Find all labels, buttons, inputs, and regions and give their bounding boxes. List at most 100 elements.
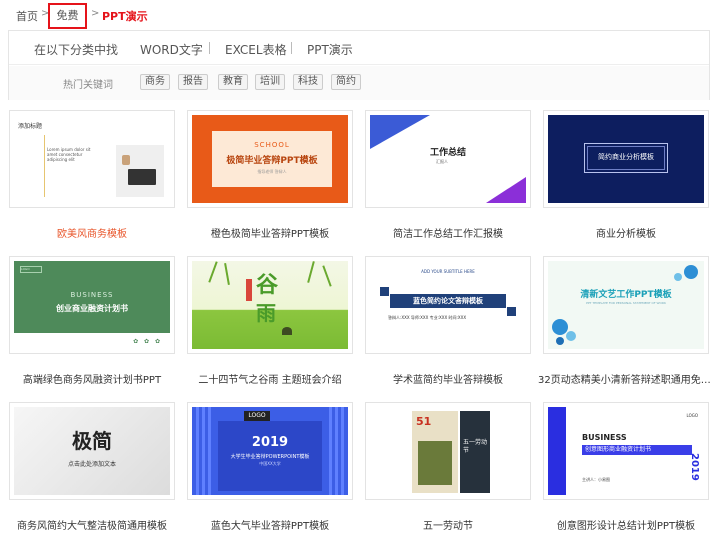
thumb-title: 清新文艺工作PPT模板 xyxy=(580,290,672,300)
template-caption-10[interactable]: 蓝色大气毕业答辩PPT模板 xyxy=(182,517,358,532)
template-caption-3[interactable]: 简洁工作总结工作汇报模 xyxy=(360,225,536,240)
template-caption-5[interactable]: 高端绿色商务风融资计划书PPT xyxy=(4,371,180,386)
template-card-9[interactable]: 极简 点击此处添加文本 xyxy=(9,402,175,500)
template-caption-1[interactable]: 欧美风商务模板 xyxy=(4,225,180,240)
red-seal xyxy=(246,279,252,301)
divider xyxy=(209,42,210,54)
flower-shape xyxy=(684,265,698,279)
thumb-sub: 中国XX大学 xyxy=(259,461,281,466)
breadcrumb: 首页 > 免费 > PPT演示 xyxy=(0,0,720,30)
template-thumbnail: 极简 点击此处添加文本 xyxy=(14,407,170,495)
thumb-panel: SCHOOL 极简毕业答辩PPT模板 指导老师 答辩人 xyxy=(212,131,332,187)
template-caption-9[interactable]: 商务风简约大气整洁极简通用模板 xyxy=(4,517,180,532)
thumb-title: 创意图形商业融资计划书 xyxy=(582,445,692,455)
template-card-5[interactable]: LOGO BUSINESS 创业商业融资计划书 ✿ ✿ ✿ xyxy=(9,256,175,354)
flower-shape xyxy=(674,273,682,281)
type-word[interactable]: WORD文字 xyxy=(140,41,203,58)
divider xyxy=(291,42,292,54)
thumb-en: BUSINESS xyxy=(582,433,627,442)
thumb-tag: SCHOOL xyxy=(254,141,290,149)
template-card-2[interactable]: SCHOOL 极简毕业答辩PPT模板 指导老师 答辩人 xyxy=(187,110,353,208)
breadcrumb-home-link[interactable]: 首页 xyxy=(16,8,38,24)
thumb-info: 主讲人：小易图 xyxy=(582,477,610,482)
decor-dots: ✿ ✿ ✿ xyxy=(133,338,162,345)
type-ppt[interactable]: PPT演示 xyxy=(307,41,353,58)
template-card-8[interactable]: 清新文艺工作PPT模板 PPT TEMPLATE FOR PERSONAL ST… xyxy=(543,256,709,354)
thumb-title: 创业商业融资计划书 xyxy=(56,304,128,313)
breadcrumb-free-link[interactable]: 免费 xyxy=(48,3,87,29)
template-caption-6[interactable]: 二十四节气之谷雨 主题班会介绍 xyxy=(182,371,358,386)
keyword-tag-training[interactable]: 培训 xyxy=(255,74,285,90)
template-thumbnail: 简约商业分析模板 xyxy=(548,115,704,203)
flower-shape xyxy=(566,331,576,341)
thumb-title: 五一劳动节 xyxy=(463,439,488,454)
thumb-en: ADD YOUR SUBTITLE HERE xyxy=(421,269,475,274)
thumb-char-1: 谷 xyxy=(256,272,279,298)
willow-leaf xyxy=(322,265,332,287)
template-caption-11[interactable]: 五一劳动节 xyxy=(360,517,536,532)
template-thumbnail: LOGO 2019 大学生毕业答辩POWERPOINT模板 中国XX大学 xyxy=(192,407,348,495)
template-card-6[interactable]: 谷 雨 xyxy=(187,256,353,354)
thumb-year: 2019 xyxy=(689,453,700,481)
thumb-body-text: Lorem ipsum dolor sit amet consectetur a… xyxy=(47,147,91,162)
flower-shape xyxy=(556,337,564,345)
template-card-3[interactable]: 工作总结 汇报人 xyxy=(365,110,531,208)
thumb-heading: 添加标题 xyxy=(18,123,43,130)
decor-stripe xyxy=(329,407,332,495)
decor-stripe xyxy=(196,407,199,495)
template-thumbnail: 清新文艺工作PPT模板 PPT TEMPLATE FOR PERSONAL ST… xyxy=(548,261,704,349)
thumb-logo: LOGO xyxy=(20,266,42,273)
category-label: 在以下分类中找 xyxy=(34,43,119,57)
poster-left: 51 xyxy=(412,411,458,493)
thumb-sub: 点击此处添加文本 xyxy=(67,461,116,468)
decor-square xyxy=(507,307,516,316)
template-thumbnail: 工作总结 汇报人 xyxy=(370,115,526,203)
blue-triangle xyxy=(370,115,430,149)
template-card-11[interactable]: 51 五一劳动节 xyxy=(365,402,531,500)
willow-leaf xyxy=(208,261,218,283)
keyword-tag-report[interactable]: 报告 xyxy=(178,74,208,90)
decor-stripe xyxy=(208,407,211,495)
poster-right: 五一劳动节 xyxy=(460,411,490,493)
template-thumbnail: 51 五一劳动节 xyxy=(370,407,526,495)
thumb-title: 极简 xyxy=(72,429,112,453)
thumb-number: 51 xyxy=(416,415,432,428)
template-card-4[interactable]: 简约商业分析模板 xyxy=(543,110,709,208)
template-caption-7[interactable]: 学术蓝简约毕业答辩模板 xyxy=(360,371,536,386)
type-excel[interactable]: EXCEL表格 xyxy=(225,41,287,58)
template-caption-12[interactable]: 创意图形设计总结计划PPT模板 xyxy=(538,517,714,532)
keyword-tag-tech[interactable]: 科技 xyxy=(293,74,323,90)
keyword-tag-business[interactable]: 商务 xyxy=(140,74,170,90)
breadcrumb-separator: > xyxy=(91,8,100,19)
willow-leaf xyxy=(307,261,315,283)
farmer-figure xyxy=(282,327,292,335)
thumb-title: 工作总结 xyxy=(430,148,467,158)
decor-line xyxy=(44,135,45,197)
thumb-year: 2019 xyxy=(251,435,289,450)
template-card-12[interactable]: LOGO BUSINESS 创意图形商业融资计划书 2019 主讲人：小易图 xyxy=(543,402,709,500)
blue-band xyxy=(548,407,566,495)
thumb-en: BUSINESS xyxy=(70,291,114,299)
template-caption-8[interactable]: 32页动态精美小清新答辩述职通用免费... xyxy=(538,371,714,386)
decor-stripe xyxy=(341,407,344,495)
keyword-row: 热门关键词 商务 报告 教育 培训 科技 简约 xyxy=(9,66,709,100)
template-card-1[interactable]: 添加标题 Lorem ipsum dolor sit amet consecte… xyxy=(9,110,175,208)
thumb-title: 大学生毕业答辩POWERPOINT模板 xyxy=(230,454,310,460)
template-thumbnail: SCHOOL 极简毕业答辩PPT模板 指导老师 答辩人 xyxy=(192,115,348,203)
template-card-10[interactable]: LOGO 2019 大学生毕业答辩POWERPOINT模板 中国XX大学 xyxy=(187,402,353,500)
green-block: LOGO BUSINESS 创业商业融资计划书 xyxy=(14,261,170,333)
template-thumbnail: LOGO BUSINESS 创业商业融资计划书 ✿ ✿ ✿ xyxy=(14,261,170,349)
thumb-logo: LOGO xyxy=(244,411,270,421)
decor-stripe xyxy=(202,407,205,495)
keyword-tag-education[interactable]: 教育 xyxy=(218,74,248,90)
keyword-tag-simple[interactable]: 简约 xyxy=(331,74,361,90)
template-card-7[interactable]: ADD YOUR SUBTITLE HERE 蓝色简约论文答辩模板 答辩人:XX… xyxy=(365,256,531,354)
breadcrumb-current: PPT演示 xyxy=(102,10,148,23)
decor-square xyxy=(380,287,389,296)
template-caption-2[interactable]: 橙色极简毕业答辩PPT模板 xyxy=(182,225,358,240)
willow-leaf xyxy=(224,262,230,286)
template-caption-4[interactable]: 商业分析模板 xyxy=(538,225,714,240)
decor-stripe xyxy=(335,407,338,495)
thumb-sub: 指导老师 答辩人 xyxy=(257,169,287,174)
thumb-sub: PPT TEMPLATE FOR PERSONAL STATEMENT OF W… xyxy=(586,301,666,305)
